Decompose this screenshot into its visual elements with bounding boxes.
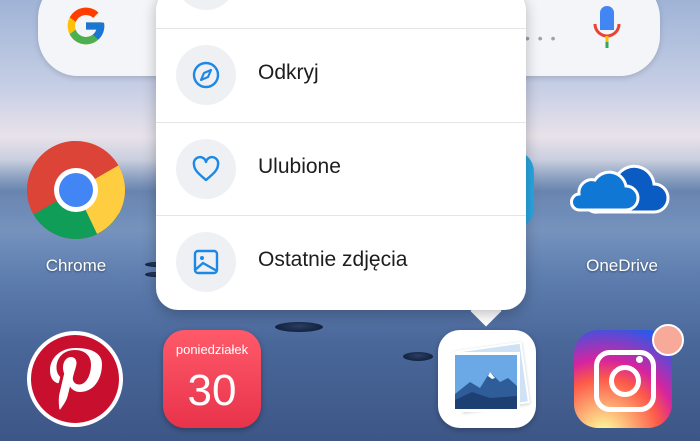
gallery-photo-front bbox=[452, 352, 520, 412]
app-shortcut-menu: Odkryj Ulubione Ostatnie zdjęcia bbox=[156, 0, 526, 310]
instagram-lens bbox=[609, 365, 641, 397]
menu-item-odkryj[interactable]: Odkryj bbox=[156, 29, 526, 121]
menu-item-ostatnie-zdjecia[interactable]: Ostatnie zdjęcia bbox=[156, 216, 526, 308]
onedrive-label: OneDrive bbox=[586, 256, 658, 275]
menu-item-label: Ostatnie zdjęcia bbox=[258, 248, 408, 271]
notification-badge bbox=[652, 324, 684, 356]
microphone-icon[interactable] bbox=[590, 4, 624, 50]
gallery-icon[interactable] bbox=[438, 330, 536, 428]
calendar-date-number: 30 bbox=[187, 366, 237, 415]
wallpaper-stone bbox=[403, 352, 433, 361]
menu-item-label: Odkryj bbox=[258, 61, 319, 84]
instagram-flash bbox=[636, 356, 643, 363]
wallpaper-stone bbox=[275, 322, 323, 332]
chrome-label: Chrome bbox=[45, 256, 107, 275]
menu-top-remnant-circle bbox=[176, 0, 236, 10]
image-icon bbox=[176, 232, 236, 292]
calendar-day-label: poniedziałek bbox=[175, 342, 249, 357]
calendar-icon[interactable]: poniedziałek 30 bbox=[163, 330, 261, 428]
compass-icon bbox=[176, 45, 236, 105]
onedrive-icon[interactable] bbox=[570, 158, 670, 222]
google-g-icon bbox=[67, 7, 105, 45]
menu-item-ulubione[interactable]: Ulubione bbox=[156, 123, 526, 215]
pinterest-icon[interactable] bbox=[26, 330, 124, 428]
chrome-icon[interactable] bbox=[26, 140, 126, 240]
heart-icon bbox=[176, 139, 236, 199]
search-bar-dots: • • • bbox=[525, 30, 558, 46]
menu-item-label: Ulubione bbox=[258, 155, 341, 178]
